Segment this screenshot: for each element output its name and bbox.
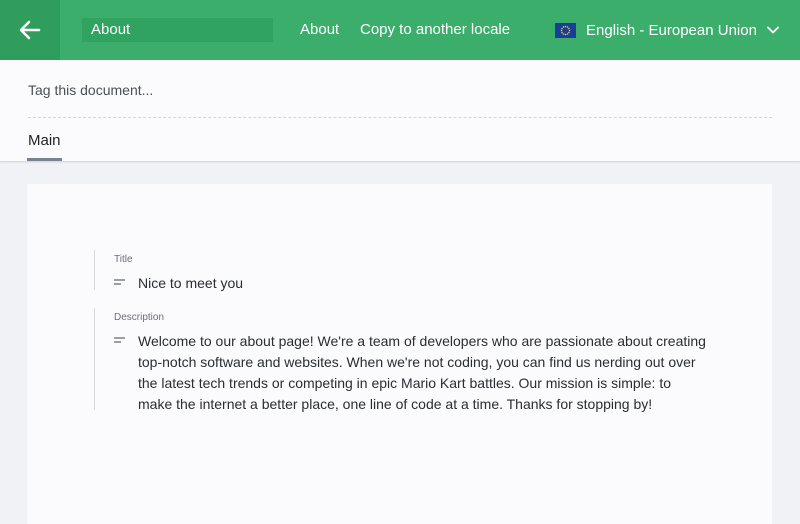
- title-field-label: Title: [114, 254, 133, 265]
- title-field[interactable]: Title Nice to meet you: [94, 250, 243, 291]
- locale-label: English - European Union: [586, 21, 757, 39]
- text-lines-icon: [114, 337, 125, 343]
- nav-about-link[interactable]: About: [300, 19, 339, 41]
- divider: [28, 117, 772, 118]
- chevron-down-icon: [767, 26, 779, 34]
- locale-selector[interactable]: English - European Union: [555, 17, 779, 43]
- back-button[interactable]: [0, 0, 60, 60]
- description-field-label: Description: [114, 312, 165, 323]
- title-field-value: Nice to meet you: [138, 275, 244, 291]
- document-subheader: Main: [0, 60, 800, 162]
- tab-main-label: Main: [28, 132, 61, 149]
- eu-flag-icon: [555, 22, 576, 38]
- content-card: Title Nice to meet you Description Welco…: [27, 184, 772, 524]
- description-field[interactable]: Description Welcome to our about page! W…: [94, 308, 708, 412]
- tab-main[interactable]: Main: [27, 130, 62, 161]
- top-bar: About Copy to another locale English - E…: [0, 0, 800, 60]
- copy-to-locale-link[interactable]: Copy to another locale: [360, 19, 510, 41]
- arrow-left-icon: [19, 20, 41, 40]
- tag-input[interactable]: [28, 79, 772, 101]
- document-title-input[interactable]: [82, 18, 273, 42]
- text-lines-icon: [114, 279, 125, 285]
- description-field-value: Welcome to our about page! We're a team …: [138, 333, 706, 412]
